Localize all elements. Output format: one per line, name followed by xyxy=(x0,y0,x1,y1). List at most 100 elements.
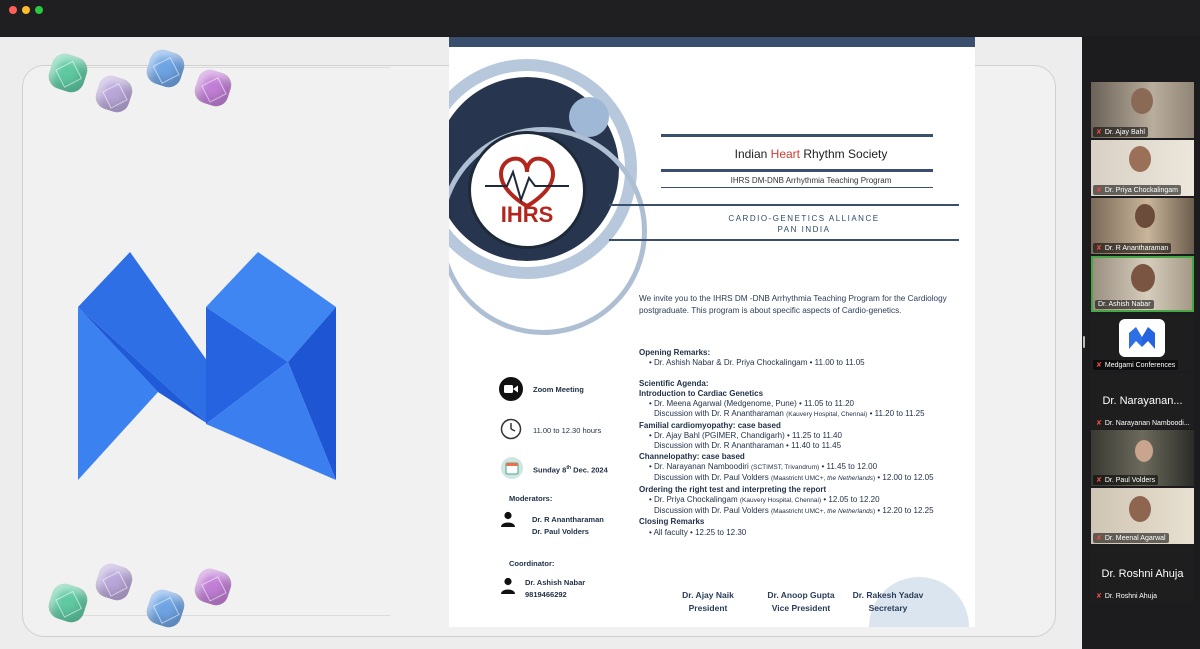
close-window-button[interactable] xyxy=(9,6,17,14)
agenda-time: • 11.45 to 12.00 xyxy=(819,461,878,471)
participant-tile-paul-volders[interactable]: ✘ Dr. Paul Volders xyxy=(1091,430,1194,486)
zoom-window-button[interactable] xyxy=(35,6,43,14)
agenda-affiliation: (Kauvery Hospital, Chennai) xyxy=(786,411,868,419)
participant-name: Dr. Ashish Nabar xyxy=(1098,301,1151,308)
coordinator-phone: 9819466292 xyxy=(525,590,567,599)
signatory-name: Dr. Rakesh Yadav xyxy=(852,590,924,600)
participant-name-tag: ✘ Dr. Narayanan Namboodi... xyxy=(1093,418,1193,428)
participant-name: Medgami Conferences xyxy=(1104,362,1176,369)
agenda-time: • 12.05 to 12.20 xyxy=(821,494,880,504)
agenda-text: Discussion with Dr. R Anantharaman xyxy=(654,409,787,419)
participant-name-tag: Dr. Ashish Nabar xyxy=(1095,300,1154,309)
agenda-affiliation: (Maastricht UMC+, xyxy=(770,508,828,516)
medgami-m-logo-icon xyxy=(78,252,336,480)
agenda-text: • Dr. Narayanan Namboodiri xyxy=(649,461,751,471)
agenda-heading: Scientific Agenda: xyxy=(639,378,709,388)
agenda-affiliation: (SCTIMST, Trivandrum) xyxy=(750,463,820,471)
decorative-circle xyxy=(569,97,609,137)
alliance-line-1: CARDIO-GENETICS ALLIANCE xyxy=(728,214,880,223)
agenda-session-heading: Ordering the right test and interpreting… xyxy=(639,484,827,494)
participant-name: Dr. Priya Chockalingam xyxy=(1104,187,1179,194)
moderators-label: Moderators: xyxy=(509,494,553,503)
title-rule xyxy=(661,187,933,188)
decorative-line xyxy=(60,615,390,616)
participant-tile-r-anantharaman[interactable]: ✘ Dr. R Anantharaman xyxy=(1091,198,1194,254)
agenda-heading: Closing Remarks xyxy=(639,517,705,527)
participant-tile-medgami-conferences[interactable]: ✘ Medgami Conferences xyxy=(1091,315,1194,371)
participant-face xyxy=(1131,88,1153,114)
agenda-discussion: Discussion with Dr. R Anantharaman • 11.… xyxy=(654,441,842,451)
participant-tile-priya-chockalingam[interactable]: ✘ Dr. Priya Chockalingam xyxy=(1091,140,1194,196)
agenda-text: • Dr. Priya Chockalingam xyxy=(649,494,740,504)
agenda-affiliation-country: the Netherlands xyxy=(827,508,873,516)
signatory-name: Dr. Anoop Gupta xyxy=(767,590,835,600)
agenda-session-heading: Introduction to Cardiac Genetics xyxy=(639,388,764,398)
agenda-affiliation: (Kauvery Hospital, Chennai) xyxy=(739,496,822,504)
event-flyer: IHRS Indian Heart Rhythm Society IHRS DM… xyxy=(449,37,975,627)
window-titlebar xyxy=(0,0,1200,36)
signatory-role: Vice President xyxy=(771,603,831,613)
participant-face xyxy=(1129,146,1151,172)
alliance-rule-top xyxy=(609,204,959,206)
mic-muted-icon: ✘ xyxy=(1096,477,1102,484)
participant-tile-ashish-nabar-speaking[interactable]: Dr. Ashish Nabar xyxy=(1091,256,1194,312)
signatory-secretary: Dr. Rakesh Yadav Secretary xyxy=(843,589,933,615)
org-title-heart: Heart xyxy=(770,147,800,161)
signatory-president: Dr. Ajay Naik President xyxy=(663,589,753,615)
participant-face xyxy=(1135,204,1155,228)
participant-display-name: Dr. Roshni Ahuja xyxy=(1101,568,1184,580)
participant-tile-meenal-agarwal[interactable]: ✘ Dr. Meenal Agarwal xyxy=(1091,488,1194,544)
gallery-resize-handle[interactable] xyxy=(1083,336,1085,348)
participant-name: Dr. Roshni Ahuja xyxy=(1104,593,1158,600)
agenda-item: • Dr. Priya Chockalingam (Kauvery Hospit… xyxy=(639,495,975,506)
title-rule xyxy=(661,169,933,172)
meeting-date-month: Dec. 2024 xyxy=(571,465,608,475)
participant-tile-roshni-ahuja[interactable]: Dr. Roshni Ahuja ✘ Dr. Roshni Ahuja xyxy=(1091,546,1194,602)
participant-tile-narayanan-namboodiri[interactable]: Dr. Narayanan... ✘ Dr. Narayanan Namboodi… xyxy=(1091,373,1194,429)
agenda-text: Discussion with Dr. Paul Volders xyxy=(654,473,771,483)
participant-tile-ajay-bahl[interactable]: ✘ Dr. Ajay Bahl xyxy=(1091,82,1194,138)
alliance-rule-bottom xyxy=(609,239,959,241)
mic-muted-icon: ✘ xyxy=(1096,362,1102,369)
moderator-1: Dr. R Anantharaman xyxy=(532,515,604,524)
minimize-window-button[interactable] xyxy=(22,6,30,14)
agenda-session-heading: Familial cardiomyopathy: case based xyxy=(639,420,781,430)
org-title: Indian Heart Rhythm Society xyxy=(661,147,961,161)
agenda-discussion: Discussion with Dr. Paul Volders (Maastr… xyxy=(639,506,975,517)
mic-muted-icon: ✘ xyxy=(1096,129,1102,136)
participant-name: Dr. R Anantharaman xyxy=(1104,245,1169,252)
moderator-2: Dr. Paul Volders xyxy=(532,527,589,536)
org-title-pre: Indian xyxy=(734,147,771,161)
medgami-avatar xyxy=(1119,319,1165,357)
shared-screen: IHRS Indian Heart Rhythm Society IHRS DM… xyxy=(0,37,1082,649)
agenda-affiliation-country: the Netherlands xyxy=(827,475,873,483)
meeting-time: 11.00 to 12.30 hours xyxy=(533,426,602,435)
clock-icon xyxy=(500,418,522,440)
participant-name: Dr. Meenal Agarwal xyxy=(1104,535,1166,542)
alliance-title: CARDIO-GENETICS ALLIANCE PAN INDIA xyxy=(639,213,969,235)
participant-name-tag: ✘ Dr. R Anantharaman xyxy=(1093,243,1172,253)
agenda-text: Discussion with Dr. Paul Volders xyxy=(654,506,771,516)
coordinator-name: Dr. Ashish Nabar xyxy=(525,578,586,587)
flyer-top-bar xyxy=(449,37,975,47)
agenda-discussion: Discussion with Dr. R Anantharaman (Kauv… xyxy=(639,409,975,420)
decorative-line xyxy=(60,67,390,68)
mic-muted-icon: ✘ xyxy=(1096,593,1102,600)
meeting-date: Sunday 8th Dec. 2024 xyxy=(533,465,608,475)
agenda-affiliation: (Maastricht UMC+, xyxy=(770,475,828,483)
agenda-item: • Dr. Narayanan Namboodiri (SCTIMST, Tri… xyxy=(639,462,975,473)
invitation-text: We invite you to the IHRS DM -DNB Arrhyt… xyxy=(639,294,947,315)
agenda-discussion: Discussion with Dr. Paul Volders (Maastr… xyxy=(639,473,975,484)
signatory-name: Dr. Ajay Naik xyxy=(682,590,734,600)
signatory-role: President xyxy=(688,603,728,613)
phone-person-icon xyxy=(501,577,515,594)
meeting-platform: Zoom Meeting xyxy=(533,385,584,394)
person-icon xyxy=(501,511,515,527)
participant-name-tag: ✘ Dr. Ajay Bahl xyxy=(1093,127,1148,137)
alliance-line-2: PAN INDIA xyxy=(777,225,831,234)
agenda-time: • 12.00 to 12.05 xyxy=(875,473,934,483)
heart-rhythm-icon xyxy=(485,156,569,209)
participant-name-tag: ✘ Dr. Paul Volders xyxy=(1093,475,1159,485)
participant-face xyxy=(1129,496,1151,522)
zoom-camera-icon xyxy=(499,377,523,401)
